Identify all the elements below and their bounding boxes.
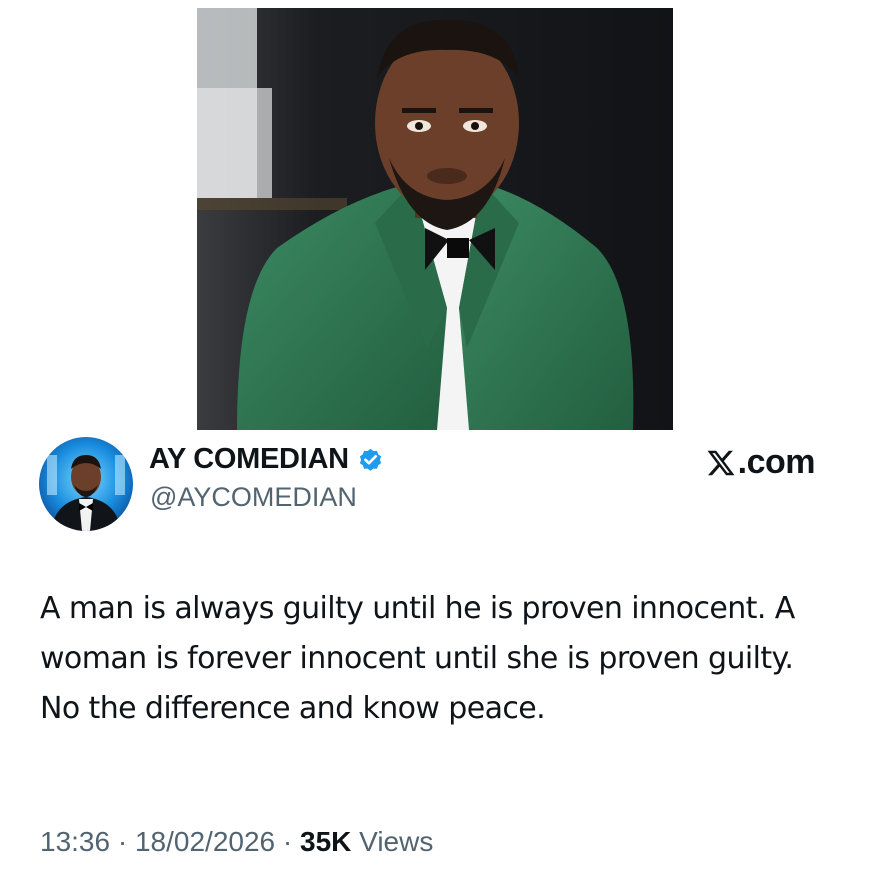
post-meta: 13:36 · 18/02/2026 · 35K Views <box>40 826 433 858</box>
meta-separator: · <box>117 826 128 857</box>
portrait-photo <box>197 8 673 430</box>
x-logo-icon <box>706 448 736 478</box>
post-text: A man is always guilty until he is prove… <box>40 591 795 726</box>
views-label: Views <box>359 826 434 857</box>
display-name[interactable]: AY COMEDIAN <box>149 443 384 476</box>
post-date[interactable]: 18/02/2026 <box>135 826 275 857</box>
display-name-text: AY COMEDIAN <box>149 443 349 475</box>
site-label-text: .com <box>737 443 816 481</box>
post-photo[interactable] <box>197 8 673 430</box>
handle[interactable]: @AYCOMEDIAN <box>150 482 357 513</box>
site-label[interactable]: .com <box>706 443 816 482</box>
views-count: 35K <box>300 826 352 857</box>
profile-avatar <box>39 437 133 531</box>
verified-badge-icon <box>357 446 384 473</box>
avatar[interactable] <box>39 437 133 531</box>
meta-separator: · <box>282 826 293 857</box>
post-time[interactable]: 13:36 <box>40 826 110 857</box>
